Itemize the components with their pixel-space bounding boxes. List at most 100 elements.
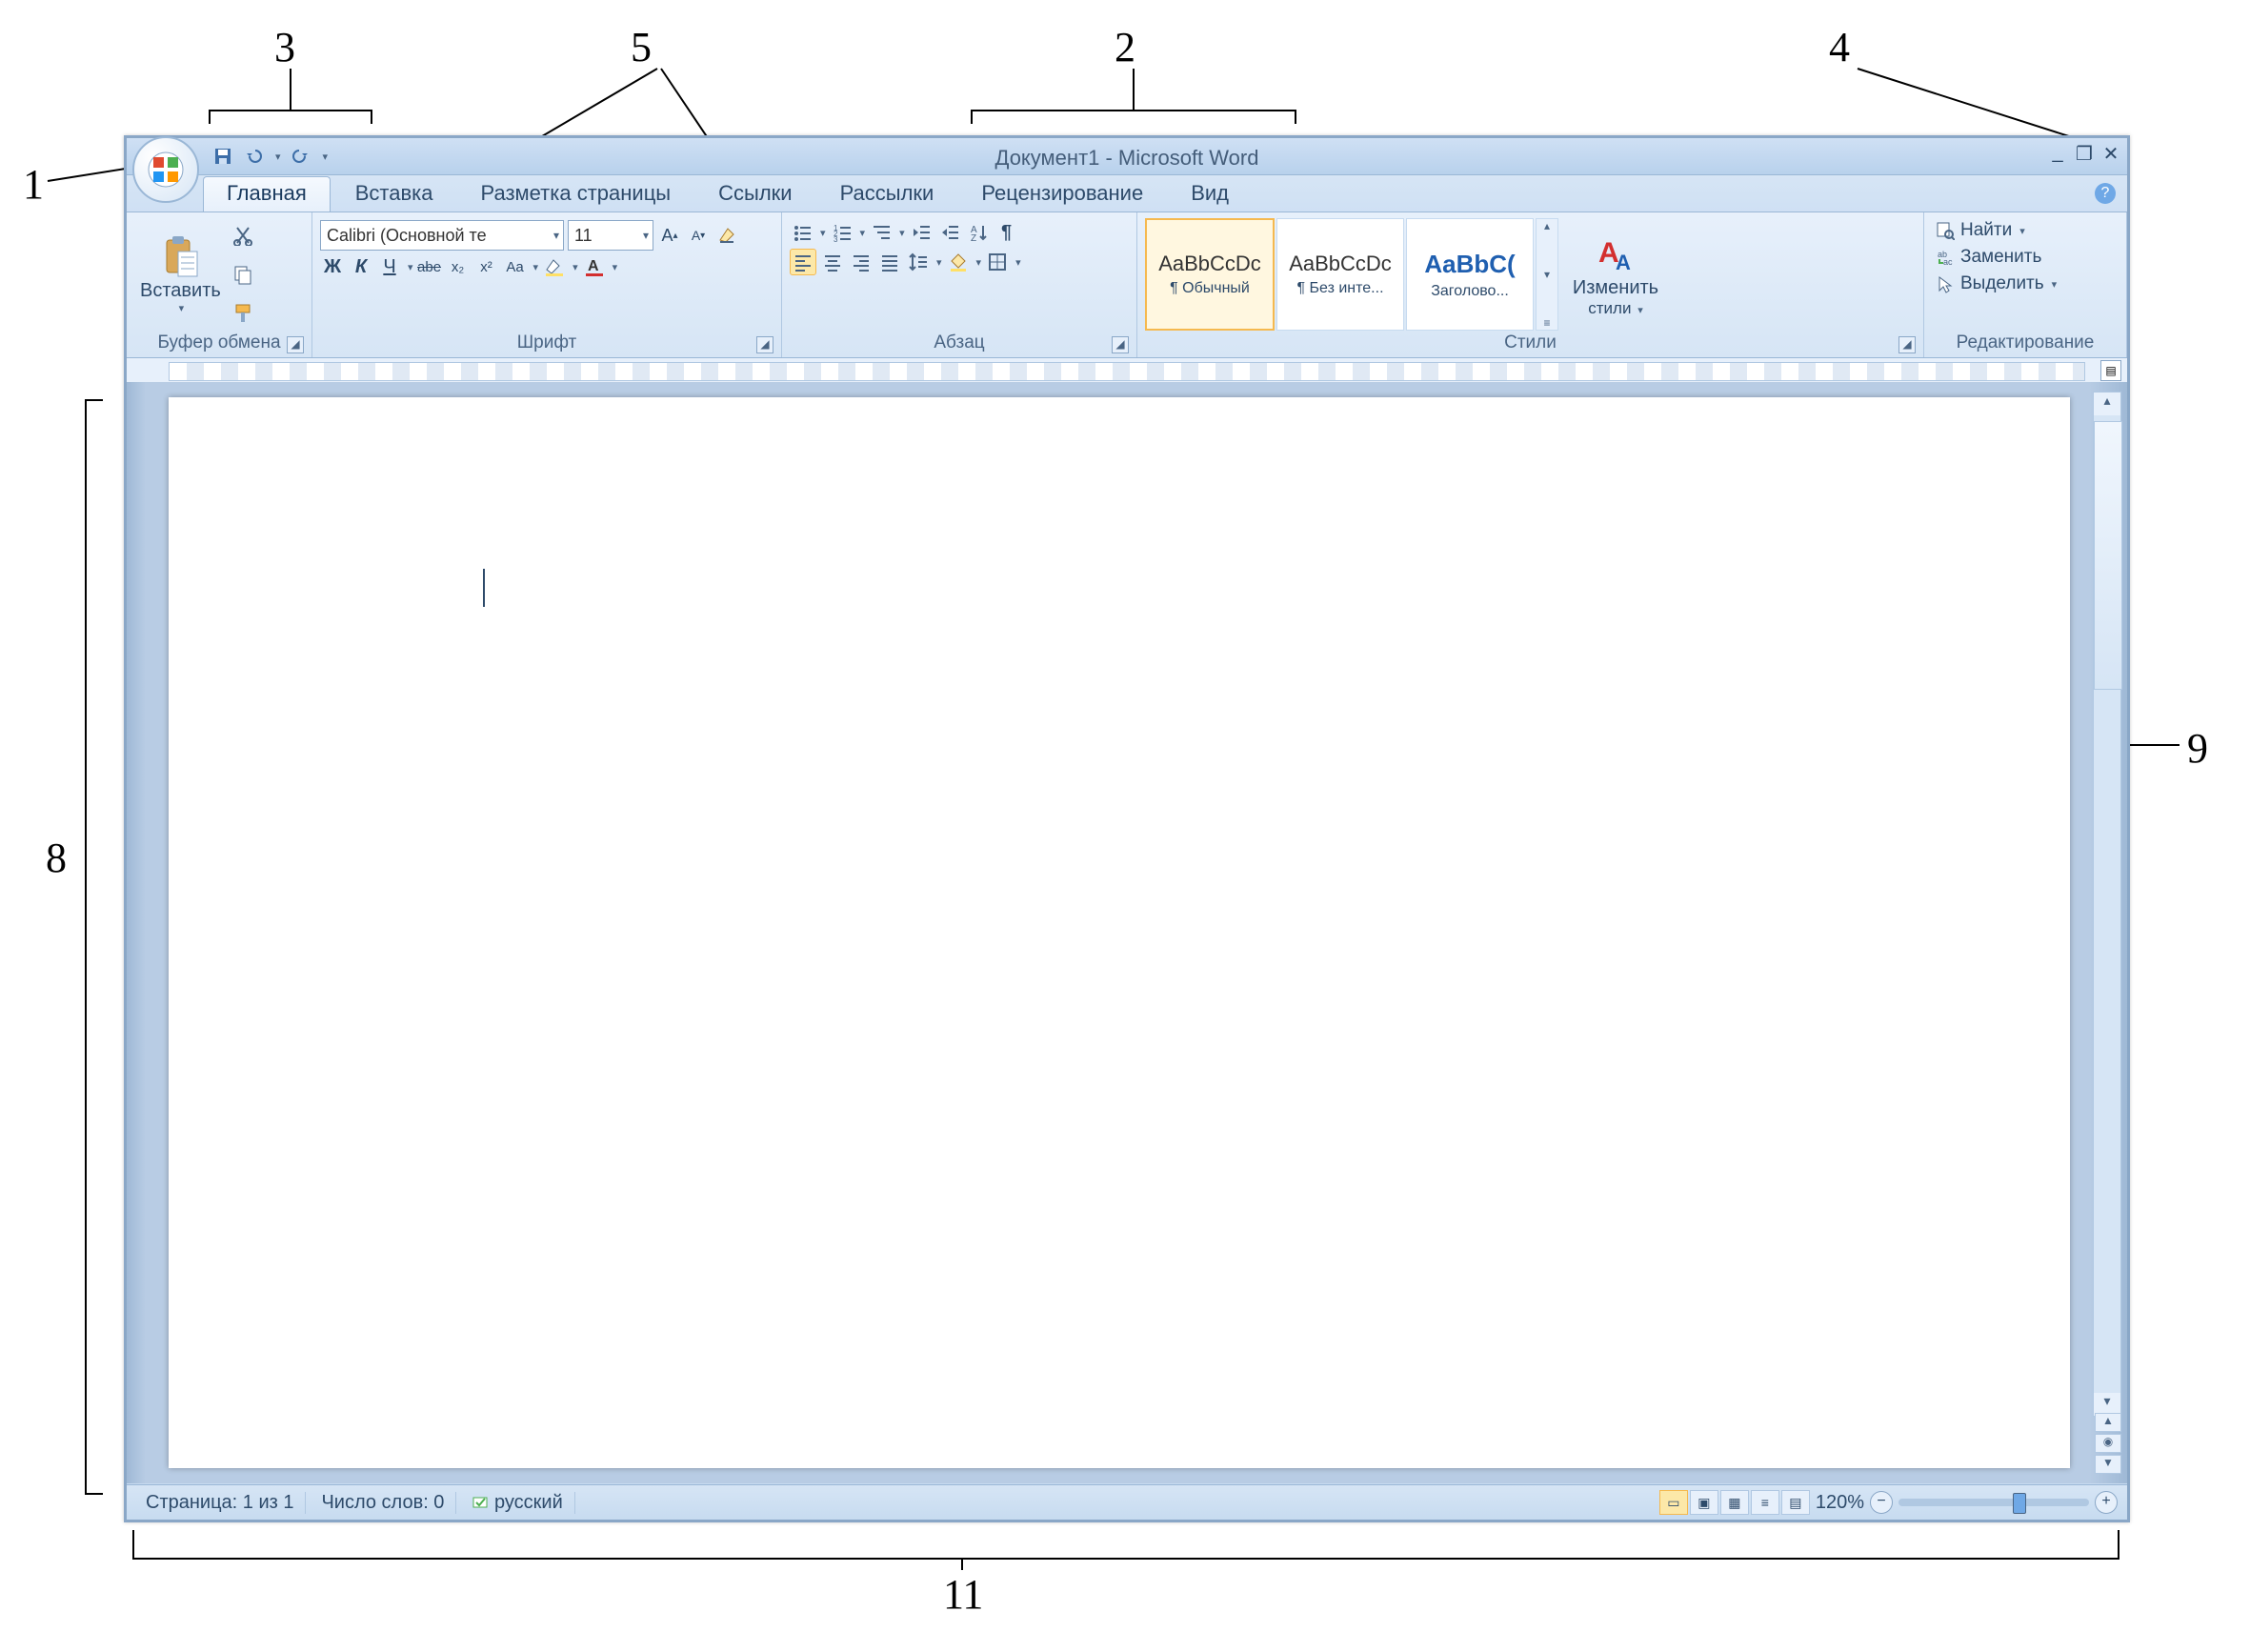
gallery-more[interactable]: ≡ bbox=[1537, 316, 1557, 330]
status-language[interactable]: русский bbox=[460, 1492, 574, 1514]
zoom-in-button[interactable]: + bbox=[2095, 1491, 2118, 1514]
select-dropdown-icon[interactable]: ▾ bbox=[2052, 278, 2058, 291]
zoom-slider-knob[interactable] bbox=[2013, 1493, 2026, 1514]
font-family-combo[interactable]: Calibri (Основной те bbox=[320, 220, 564, 251]
shading-dropdown-icon[interactable]: ▾ bbox=[976, 256, 982, 269]
sort-icon[interactable]: AZ bbox=[966, 220, 991, 245]
line-spacing-dropdown-icon[interactable]: ▾ bbox=[936, 256, 942, 269]
shading-icon[interactable] bbox=[946, 250, 971, 274]
style-normal[interactable]: AaBbCcDc ¶ Обычный bbox=[1145, 218, 1275, 331]
previous-page-icon[interactable]: ▲ bbox=[2095, 1413, 2121, 1432]
clear-formatting-icon[interactable] bbox=[714, 223, 739, 248]
tab-references[interactable]: Ссылки bbox=[695, 177, 814, 212]
grow-font-icon[interactable]: A▴ bbox=[657, 223, 682, 248]
help-icon[interactable]: ? bbox=[2095, 183, 2116, 204]
undo-icon[interactable] bbox=[243, 146, 264, 167]
status-word-count[interactable]: Число слов: 0 bbox=[310, 1492, 456, 1514]
font-dialog-launcher[interactable]: ◢ bbox=[756, 336, 773, 353]
ruler-toggle[interactable]: ▤ bbox=[2100, 360, 2121, 381]
view-outline[interactable]: ≡ bbox=[1751, 1490, 1779, 1515]
change-styles-button[interactable]: A A Изменить стили ▾ bbox=[1560, 218, 1671, 331]
highlight-dropdown-icon[interactable]: ▾ bbox=[573, 261, 578, 273]
tab-view[interactable]: Вид bbox=[1168, 177, 1252, 212]
highlight-icon[interactable] bbox=[542, 254, 567, 279]
copy-icon[interactable] bbox=[231, 262, 255, 287]
align-right-icon[interactable] bbox=[849, 250, 874, 274]
zoom-slider[interactable] bbox=[1898, 1499, 2089, 1506]
qat-customize-icon[interactable]: ▾ bbox=[323, 151, 329, 163]
scroll-thumb[interactable] bbox=[2094, 421, 2122, 690]
gallery-scroll-down[interactable]: ▾ bbox=[1537, 268, 1557, 281]
styles-dialog-launcher[interactable]: ◢ bbox=[1898, 336, 1916, 353]
select-button[interactable]: Выделить ▾ bbox=[1932, 272, 2119, 296]
tab-home[interactable]: Главная bbox=[203, 176, 331, 212]
show-marks-icon[interactable]: ¶ bbox=[994, 220, 1019, 245]
clipboard-dialog-launcher[interactable]: ◢ bbox=[287, 336, 304, 353]
multilevel-list-icon[interactable] bbox=[869, 220, 894, 245]
find-button[interactable]: Найти ▾ bbox=[1932, 218, 2119, 243]
undo-dropdown-icon[interactable]: ▾ bbox=[275, 151, 281, 163]
superscript-button[interactable]: x² bbox=[474, 254, 499, 279]
font-color-icon[interactable]: A bbox=[582, 254, 607, 279]
status-page[interactable]: Страница: 1 из 1 bbox=[134, 1492, 306, 1514]
view-print-layout[interactable]: ▭ bbox=[1659, 1490, 1688, 1515]
underline-dropdown-icon[interactable]: ▾ bbox=[408, 261, 413, 273]
tab-review[interactable]: Рецензирование bbox=[958, 177, 1166, 212]
minimize-button[interactable]: _ bbox=[2047, 142, 2068, 166]
svg-text:3: 3 bbox=[834, 235, 838, 243]
shrink-font-icon[interactable]: A▾ bbox=[686, 223, 711, 248]
restore-button[interactable]: ❐ bbox=[2074, 142, 2095, 166]
scroll-up-icon[interactable]: ▴ bbox=[2094, 393, 2120, 415]
numbering-icon[interactable]: 123 bbox=[830, 220, 854, 245]
save-icon[interactable] bbox=[212, 146, 233, 167]
underline-button[interactable]: Ч bbox=[377, 254, 402, 279]
numbering-dropdown-icon[interactable]: ▾ bbox=[860, 227, 866, 239]
view-draft[interactable]: ▤ bbox=[1781, 1490, 1810, 1515]
next-page-icon[interactable]: ▼ bbox=[2095, 1455, 2121, 1474]
font-color-dropdown-icon[interactable]: ▾ bbox=[613, 261, 618, 273]
view-full-screen[interactable]: ▣ bbox=[1690, 1490, 1718, 1515]
increase-indent-icon[interactable] bbox=[937, 220, 962, 245]
bullets-dropdown-icon[interactable]: ▾ bbox=[820, 227, 826, 239]
paste-dropdown-icon[interactable]: ▾ bbox=[179, 302, 185, 314]
format-painter-icon[interactable] bbox=[231, 301, 255, 326]
gallery-scroll-up[interactable]: ▴ bbox=[1537, 219, 1557, 232]
tab-mailings[interactable]: Рассылки bbox=[817, 177, 957, 212]
subscript-button[interactable]: x₂ bbox=[446, 254, 471, 279]
bullets-icon[interactable] bbox=[790, 220, 814, 245]
multilevel-dropdown-icon[interactable]: ▾ bbox=[899, 227, 905, 239]
italic-button[interactable]: К bbox=[349, 254, 373, 279]
bold-button[interactable]: Ж bbox=[320, 254, 345, 279]
paste-button[interactable]: Вставить ▾ bbox=[132, 216, 229, 332]
decrease-indent-icon[interactable] bbox=[909, 220, 934, 245]
find-dropdown-icon[interactable]: ▾ bbox=[2019, 225, 2025, 237]
view-web-layout[interactable]: ▦ bbox=[1720, 1490, 1749, 1515]
close-button[interactable]: ✕ bbox=[2100, 142, 2121, 166]
change-case-button[interactable]: Aa bbox=[503, 254, 528, 279]
document-page[interactable] bbox=[169, 397, 2070, 1468]
strikethrough-button[interactable]: abe bbox=[417, 254, 442, 279]
horizontal-ruler[interactable]: ▤ bbox=[127, 358, 2127, 384]
office-button[interactable] bbox=[132, 136, 199, 203]
tab-page-layout[interactable]: Разметка страницы bbox=[458, 177, 694, 212]
align-justify-icon[interactable] bbox=[877, 250, 902, 274]
document-workspace: ▴ ▾ ▲ ◉ ▼ bbox=[127, 382, 2127, 1483]
tab-insert[interactable]: Вставка bbox=[332, 177, 456, 212]
case-dropdown-icon[interactable]: ▾ bbox=[533, 261, 539, 273]
browse-object-icon[interactable]: ◉ bbox=[2095, 1434, 2121, 1453]
replace-button[interactable]: abac Заменить bbox=[1932, 245, 2119, 270]
align-left-icon[interactable] bbox=[790, 249, 816, 275]
zoom-level[interactable]: 120% bbox=[1816, 1492, 1864, 1514]
borders-icon[interactable] bbox=[985, 250, 1010, 274]
line-spacing-icon[interactable] bbox=[906, 250, 931, 274]
redo-icon[interactable] bbox=[291, 146, 311, 167]
font-size-combo[interactable]: 11 bbox=[568, 220, 653, 251]
cut-icon[interactable] bbox=[231, 223, 255, 248]
paragraph-dialog-launcher[interactable]: ◢ bbox=[1112, 336, 1129, 353]
align-center-icon[interactable] bbox=[820, 250, 845, 274]
borders-dropdown-icon[interactable]: ▾ bbox=[1015, 256, 1021, 269]
style-no-spacing[interactable]: AaBbCcDc ¶ Без инте... bbox=[1276, 218, 1404, 331]
vertical-scrollbar[interactable]: ▴ ▾ bbox=[2093, 392, 2121, 1417]
style-heading1[interactable]: AaBbC( Заголово... bbox=[1406, 218, 1534, 331]
zoom-out-button[interactable]: − bbox=[1870, 1491, 1893, 1514]
